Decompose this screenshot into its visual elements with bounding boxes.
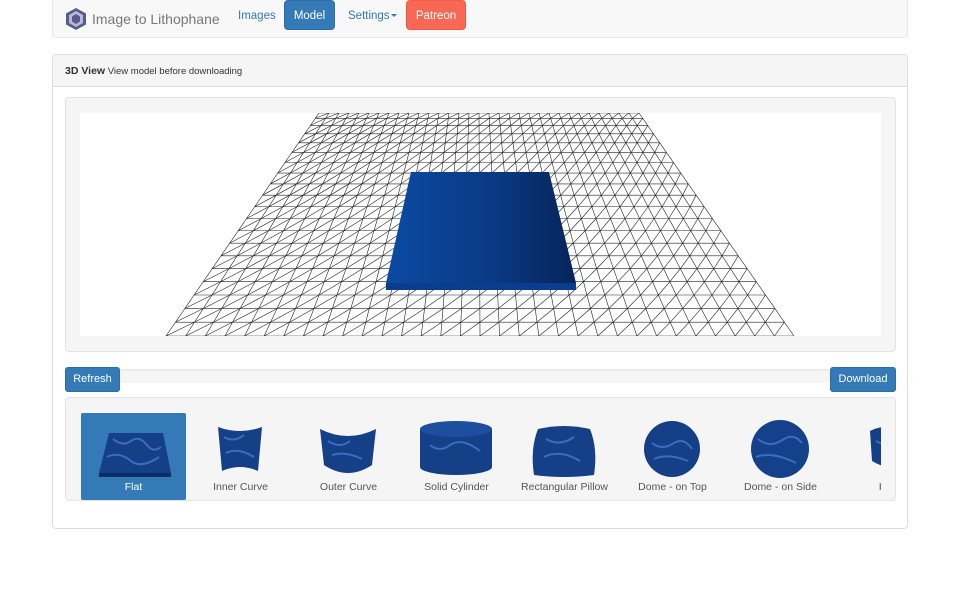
- shape-option-inner-curve[interactable]: Inner Curve: [188, 413, 293, 500]
- shape-option-heart[interactable]: Hea: [836, 413, 881, 500]
- inner-curve-shape-icon: [218, 427, 262, 471]
- solid-cylinder-shape-icon: [420, 421, 492, 475]
- nav-settings-dropdown[interactable]: Settings: [338, 0, 407, 32]
- nav-model[interactable]: Model: [284, 0, 335, 30]
- shape-option-rectangular-pillow[interactable]: Rectangular Pillow: [512, 413, 617, 500]
- shape-label: Hea: [836, 481, 881, 493]
- shape-option-flat[interactable]: Flat: [81, 413, 186, 500]
- 3d-scene[interactable]: [80, 113, 881, 336]
- shape-label: Dome - on Top: [638, 481, 707, 493]
- panel-heading: 3D View View model before downloading: [53, 55, 907, 87]
- shape-option-solid-cylinder[interactable]: Solid Cylinder: [404, 413, 509, 500]
- caret-down-icon: [390, 14, 397, 18]
- shape-selector: Flat Inner Curve Outer Curve Solid Cylin…: [65, 397, 896, 501]
- panel-subtitle: View model before downloading: [107, 66, 243, 77]
- rectangular-pillow-shape-icon: [532, 426, 596, 477]
- shape-option-dome-on-top[interactable]: Dome - on Top: [620, 413, 725, 500]
- nav-patreon[interactable]: Patreon: [406, 0, 466, 30]
- shape-label: Dome - on Side: [744, 481, 817, 493]
- shape-label: Flat: [124, 481, 143, 493]
- viewer-well: [65, 97, 896, 352]
- shape-label: Rectangular Pillow: [521, 481, 608, 493]
- 3d-view-panel: 3D View View model before downloading Re…: [52, 54, 908, 529]
- outer-curve-shape-icon: [320, 429, 376, 473]
- shape-label: Solid Cylinder: [424, 481, 489, 493]
- navbar: Image to Lithophane Images Model Setting…: [52, 0, 908, 38]
- nav-settings-label: Settings: [348, 10, 390, 22]
- refresh-button[interactable]: Refresh: [65, 367, 120, 392]
- progress-bar: [120, 369, 830, 383]
- brand-link[interactable]: Image to Lithophane: [65, 5, 220, 33]
- heart-shape-icon: [870, 427, 881, 466]
- shape-option-dome-on-side[interactable]: Dome - on Side: [728, 413, 833, 500]
- shape-label: Inner Curve: [213, 481, 268, 493]
- 3d-viewer-canvas[interactable]: [80, 113, 881, 336]
- brand-title: Image to Lithophane: [92, 11, 220, 27]
- download-button[interactable]: Download: [830, 367, 896, 392]
- dome-on-top-shape-icon: [644, 421, 700, 477]
- shape-option-outer-curve[interactable]: Outer Curve: [296, 413, 401, 500]
- dome-on-side-shape-icon: [751, 420, 809, 478]
- flat-shape-icon: [99, 433, 171, 477]
- panel-title: 3D View: [65, 65, 106, 77]
- hexagon-logo-icon: [66, 8, 86, 30]
- flat-lithophane-model: [386, 172, 576, 290]
- shape-label: Outer Curve: [319, 481, 378, 493]
- nav-images[interactable]: Images: [228, 0, 286, 32]
- shape-carousel[interactable]: Flat Inner Curve Outer Curve Solid Cylin…: [81, 413, 881, 500]
